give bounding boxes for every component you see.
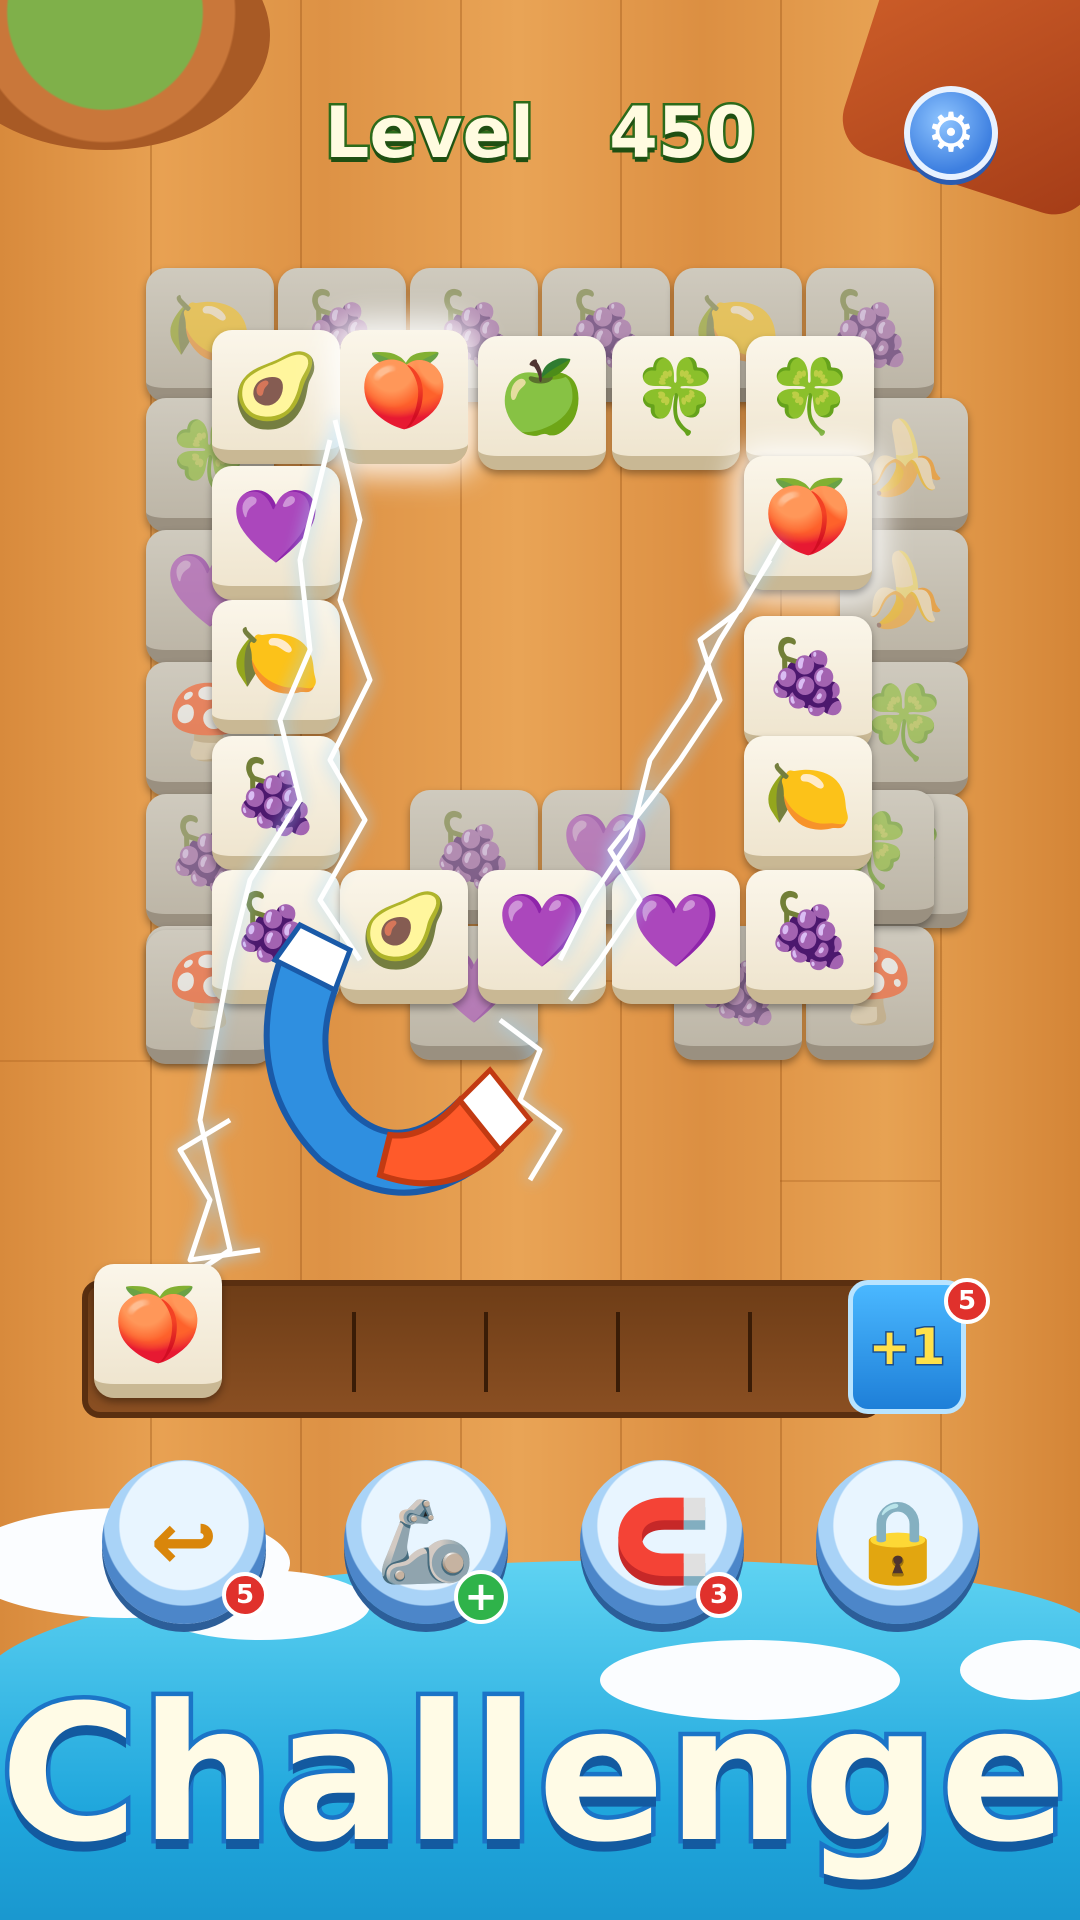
add-slot-count-badge: 5 — [944, 1278, 990, 1324]
add-slot-label: +1 — [867, 1317, 947, 1378]
magnet-powerup-active — [263, 921, 534, 1196]
undo-count-badge: 5 — [222, 1572, 268, 1618]
claw-icon: 🦾 — [376, 1495, 476, 1588]
undo-icon: ↩ — [150, 1495, 218, 1588]
lock-icon: 🔒 — [848, 1495, 948, 1588]
challenge-banner-text: Challenge! — [0, 1661, 1080, 1889]
tray-slot-divider — [616, 1312, 620, 1392]
magnet-count-badge: 3 — [696, 1572, 742, 1618]
game-screen: Level 450 ⚙ 🍋🍇🍇🍇🍋🍇🍀🍌💜🍌🍄🍀🍇🍀🍀🍄 🍄🍇💜💜🍇🍀 🥑🍑🍏🍀… — [0, 0, 1080, 1920]
tray-slot-divider — [352, 1312, 356, 1392]
magnet-icon: 🧲 — [612, 1495, 712, 1588]
peach-icon: 🍑 — [113, 1282, 203, 1366]
claw-add-badge[interactable]: + — [454, 1570, 508, 1624]
tray-tile: 🍑 — [94, 1264, 222, 1398]
tray-slot-divider — [484, 1312, 488, 1392]
locked-powerup-button[interactable]: 🔒 — [816, 1460, 980, 1624]
tray-slot-divider — [748, 1312, 752, 1392]
